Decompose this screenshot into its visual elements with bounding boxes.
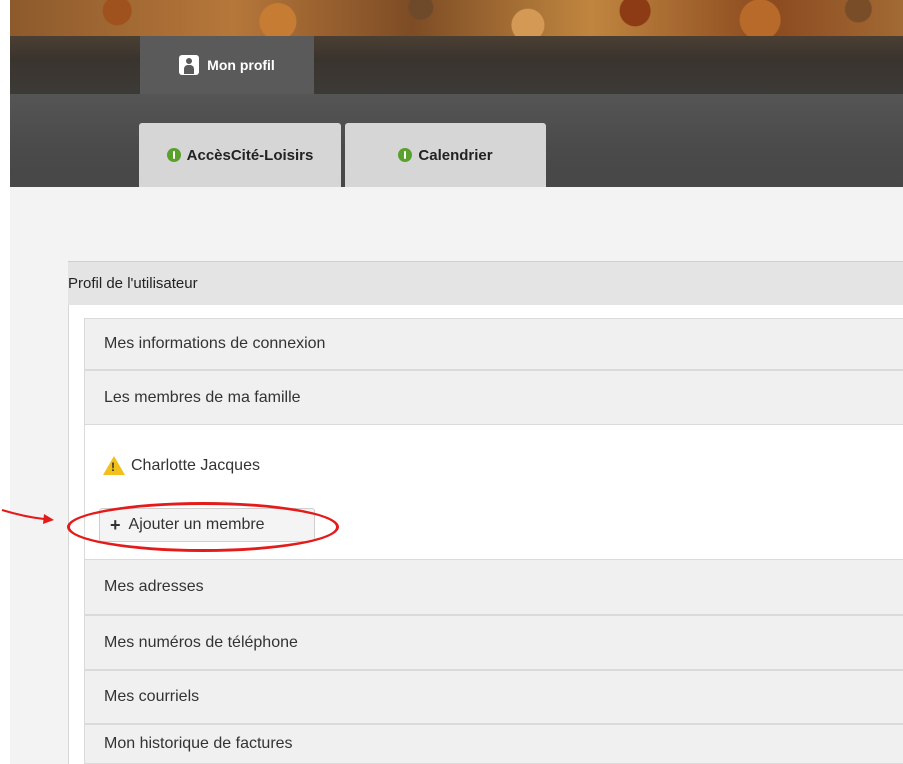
warning-icon — [103, 456, 125, 475]
panel-title-text: Profil de l'utilisateur — [68, 275, 198, 292]
section-numeros-telephone[interactable]: Mes numéros de téléphone — [84, 615, 903, 670]
green-info-icon — [166, 148, 181, 162]
tab-mon-profil[interactable]: Mon profil — [140, 36, 314, 94]
section-label: Les membres de ma famille — [104, 388, 301, 406]
section-membres-famille[interactable]: Les membres de ma famille — [84, 370, 903, 425]
member-name: Charlotte Jacques — [131, 456, 260, 474]
tab-calendrier[interactable]: Calendrier — [345, 123, 546, 187]
tab-accescite-loisirs[interactable]: AccèsCité-Loisirs — [139, 123, 341, 187]
section-label: Mes adresses — [104, 578, 204, 595]
annotation-highlight-ellipse — [67, 502, 339, 552]
tab-label: Calendrier — [418, 146, 493, 164]
section-informations-connexion[interactable]: Mes informations de connexion — [84, 318, 903, 370]
tab-mon-profil-label: Mon profil — [207, 57, 275, 73]
panel-title: Profil de l'utilisateur — [68, 261, 903, 305]
family-member-item[interactable]: Charlotte Jacques — [103, 456, 260, 475]
section-label: Mon historique de factures — [104, 735, 293, 752]
green-info-icon — [398, 148, 413, 162]
section-label: Mes informations de connexion — [104, 335, 326, 352]
header-banner-image — [10, 0, 903, 36]
section-label: Mes numéros de téléphone — [104, 633, 298, 651]
annotation-arrow-icon — [1, 509, 54, 524]
section-label: Mes courriels — [104, 688, 200, 705]
section-courriels[interactable]: Mes courriels — [84, 670, 903, 724]
section-adresses[interactable]: Mes adresses — [84, 559, 903, 615]
tab-label: AccèsCité-Loisirs — [186, 146, 314, 164]
profile-icon — [179, 55, 200, 75]
section-historique-factures[interactable]: Mon historique de factures — [84, 724, 903, 764]
